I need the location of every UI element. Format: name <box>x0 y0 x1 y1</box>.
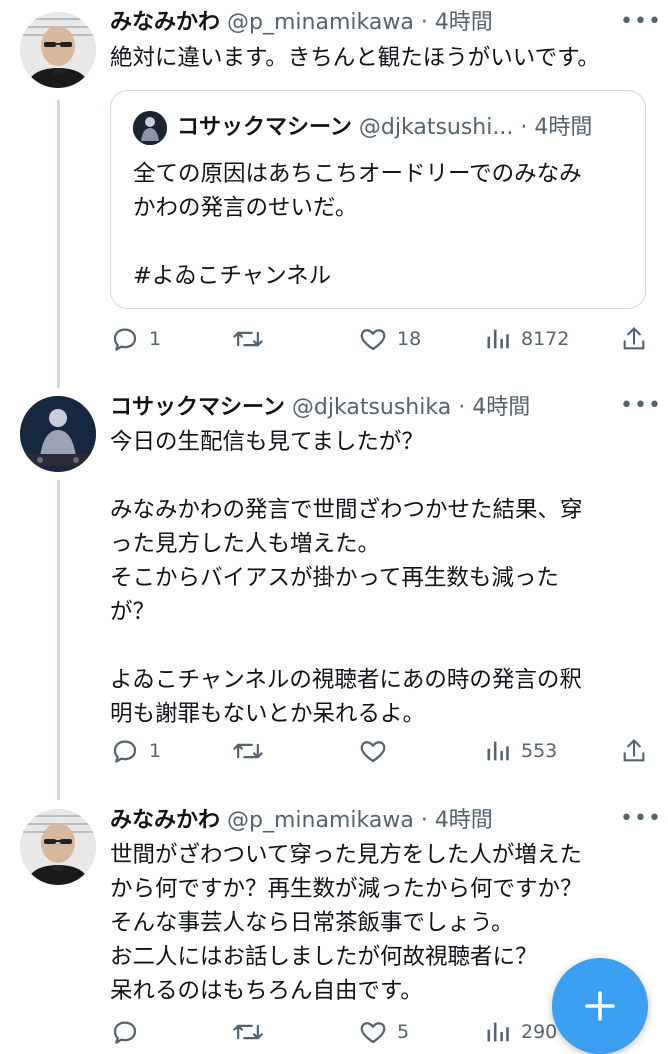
reply-icon <box>113 328 137 351</box>
retweet-button[interactable] <box>232 322 273 356</box>
views-button[interactable]: 8172 <box>484 322 569 356</box>
author-name[interactable]: みなみかわ <box>110 808 220 833</box>
quote-header: コサックマシーン @djkatsushi... · 4時間 <box>177 113 623 143</box>
separator-dot: · <box>458 395 466 420</box>
retweet-icon <box>233 1024 263 1040</box>
like-button[interactable]: 18 <box>358 322 421 356</box>
avatar[interactable] <box>20 12 96 88</box>
like-count: 18 <box>397 328 422 350</box>
quote-author-handle: @djkatsushi... <box>358 115 514 140</box>
tweet[interactable]: コサックマシーン @djkatsushika · 4時間 ••• 今日の生配信も… <box>0 390 668 790</box>
retweet-icon <box>233 331 263 347</box>
quote-text: 全ての原因はあちこちオードリーでのみなみ かわの発言のせいだ。 #よゐこチャンネ… <box>133 161 582 289</box>
reply-button[interactable]: 1 <box>110 322 161 356</box>
author-name[interactable]: みなみかわ <box>110 10 220 35</box>
avatar-man-glasses-icon <box>20 809 96 885</box>
reply-icon <box>113 740 137 763</box>
timestamp[interactable]: 4時間 <box>435 10 493 35</box>
views-count: 553 <box>521 740 558 762</box>
avatar-dj-stage-icon <box>133 111 167 145</box>
more-options-button[interactable]: ••• <box>620 10 661 40</box>
share-button[interactable] <box>620 322 648 356</box>
separator-dot: · <box>520 115 528 140</box>
avatar-man-glasses-icon <box>20 12 96 88</box>
tweet-text: 絶対に違います。きちんと観たほうがいいです。 <box>110 45 600 71</box>
heart-icon <box>360 1022 386 1044</box>
like-count: 5 <box>397 1021 410 1043</box>
author-name[interactable]: コサックマシーン <box>110 395 285 420</box>
like-button[interactable]: 5 <box>358 1015 409 1049</box>
heart-icon <box>360 741 386 763</box>
share-button[interactable] <box>620 734 648 768</box>
views-count: 290 <box>521 1021 558 1043</box>
tweet-text: 今日の生配信も見てましたが？ みなみかわの発言で世間ざわつかせた結果、穿 った見… <box>110 429 583 727</box>
tweet-header: みなみかわ @p_minamikawa · 4時間 <box>110 806 620 836</box>
share-icon <box>623 327 645 350</box>
quoted-tweet[interactable]: コサックマシーン @djkatsushi... · 4時間 全ての原因はあちこち… <box>110 90 646 309</box>
share-icon <box>623 739 645 762</box>
like-button[interactable] <box>358 734 397 768</box>
compose-plus-icon <box>585 991 615 1021</box>
views-button[interactable]: 553 <box>484 734 557 768</box>
views-icon <box>487 741 509 761</box>
quote-timestamp: 4時間 <box>534 115 593 140</box>
author-handle[interactable]: @p_minamikawa <box>227 10 414 35</box>
views-icon <box>487 1022 509 1042</box>
separator-dot: · <box>420 10 428 35</box>
timestamp[interactable]: 4時間 <box>435 808 493 833</box>
views-icon <box>487 329 509 349</box>
compose-button[interactable] <box>552 958 648 1054</box>
avatar[interactable] <box>20 809 96 885</box>
quote-avatar <box>133 111 167 145</box>
retweet-button[interactable] <box>232 1015 273 1049</box>
avatar[interactable] <box>20 396 96 472</box>
more-options-button[interactable]: ••• <box>620 394 661 424</box>
retweet-icon <box>233 743 263 759</box>
author-handle[interactable]: @djkatsushika <box>292 395 451 420</box>
separator-dot: · <box>420 808 428 833</box>
tweet-header: コサックマシーン @djkatsushika · 4時間 <box>110 393 620 423</box>
views-count: 8172 <box>521 328 570 350</box>
action-bar: 1 553 <box>110 734 648 768</box>
retweet-button[interactable] <box>232 734 273 768</box>
reply-button[interactable] <box>110 1015 149 1049</box>
heart-icon <box>360 329 386 351</box>
reply-button[interactable]: 1 <box>110 734 161 768</box>
tweet-header: みなみかわ @p_minamikawa · 4時間 <box>110 8 620 38</box>
quote-author-name: コサックマシーン <box>177 115 352 140</box>
author-handle[interactable]: @p_minamikawa <box>227 808 414 833</box>
views-button[interactable]: 290 <box>484 1015 557 1049</box>
avatar-dj-stage-icon <box>20 396 96 472</box>
reply-count: 1 <box>149 740 162 762</box>
reply-count: 1 <box>149 328 162 350</box>
action-bar: 1 18 8172 <box>110 322 648 356</box>
timestamp[interactable]: 4時間 <box>472 395 530 420</box>
more-options-button[interactable]: ••• <box>620 807 661 837</box>
reply-icon <box>113 1021 137 1044</box>
tweet[interactable]: みなみかわ @p_minamikawa · 4時間 ••• 絶対に違います。きち… <box>0 0 668 380</box>
